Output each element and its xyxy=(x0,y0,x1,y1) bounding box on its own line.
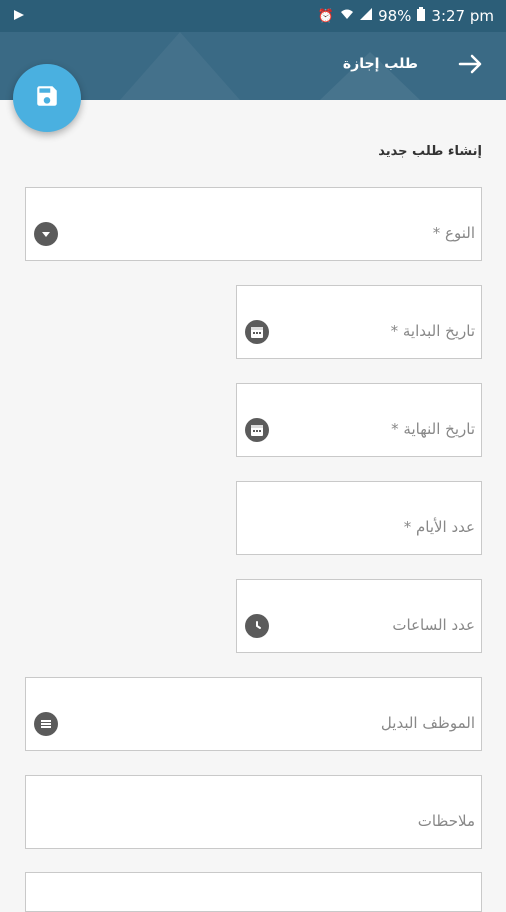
battery-percent: 98% xyxy=(378,7,412,25)
start-date-field[interactable]: تاريخ البداية * xyxy=(236,285,482,359)
save-icon xyxy=(34,83,60,113)
days-count-label: عدد الأيام * xyxy=(403,518,475,536)
substitute-employee-field[interactable]: الموظف البديل xyxy=(25,677,482,751)
list-icon xyxy=(34,712,58,736)
end-date-label: تاريخ النهاية * xyxy=(391,420,475,438)
type-label: النوع * xyxy=(432,224,475,242)
substitute-employee-label: الموظف البديل xyxy=(380,714,475,732)
attachment-field[interactable] xyxy=(25,872,482,912)
type-dropdown[interactable]: النوع * xyxy=(25,187,482,261)
hours-count-field[interactable]: عدد الساعات xyxy=(236,579,482,653)
calendar-icon xyxy=(245,418,269,442)
calendar-icon xyxy=(245,320,269,344)
days-count-field[interactable]: عدد الأيام * xyxy=(236,481,482,555)
end-date-field[interactable]: تاريخ النهاية * xyxy=(236,383,482,457)
notes-field[interactable]: ملاحظات xyxy=(25,775,482,849)
app-notification-icon xyxy=(12,7,26,26)
alarm-icon: ⏰ xyxy=(317,8,335,24)
clock: 3:27 pm xyxy=(431,7,494,25)
page-title: طلب إجازة xyxy=(342,56,418,72)
wifi-icon xyxy=(340,8,354,24)
dropdown-arrow-icon xyxy=(34,222,58,246)
signal-icon xyxy=(360,8,373,24)
hours-count-label: عدد الساعات xyxy=(392,616,475,634)
back-arrow-icon[interactable] xyxy=(456,50,484,78)
clock-icon xyxy=(245,614,269,638)
save-button[interactable] xyxy=(13,64,81,132)
decorative-shape xyxy=(120,32,240,100)
status-bar: ⏰ 98% 3:27 pm xyxy=(0,0,506,32)
status-indicators: ⏰ 98% 3:27 pm xyxy=(318,7,494,25)
notes-label: ملاحظات xyxy=(417,812,475,830)
start-date-label: تاريخ البداية * xyxy=(390,322,475,340)
battery-icon xyxy=(417,7,426,25)
form-heading: إنشاء طلب جديد xyxy=(378,144,482,159)
